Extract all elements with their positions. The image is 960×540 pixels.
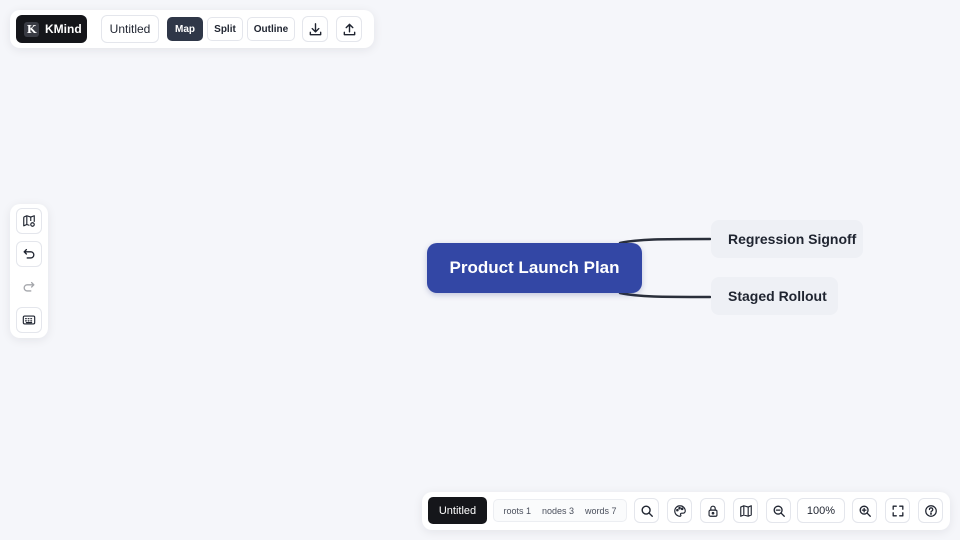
upload-icon: [343, 23, 355, 35]
bottom-toolbar: Untitled roots 1 nodes 3 words 7 100%: [422, 492, 950, 530]
side-toolbar: [10, 204, 48, 338]
redo-icon: [23, 281, 35, 292]
zoom-out-button[interactable]: [766, 498, 791, 523]
document-title-chip[interactable]: Untitled: [428, 497, 487, 524]
help-button[interactable]: [918, 498, 943, 523]
undo-button[interactable]: [16, 241, 42, 267]
map-settings-button[interactable]: [16, 208, 42, 234]
theme-icon: [673, 504, 686, 517]
view-tab-map[interactable]: Map: [167, 17, 203, 41]
child-node-staged-rollout[interactable]: Staged Rollout: [711, 277, 838, 315]
download-icon: [309, 22, 321, 35]
upload-button[interactable]: [336, 16, 362, 42]
stat-nodes: nodes 3: [541, 505, 574, 516]
map-settings-icon: [23, 215, 35, 227]
help-icon: [924, 504, 937, 517]
zoom-in-button[interactable]: [852, 498, 877, 523]
view-tab-split[interactable]: Split: [207, 17, 243, 41]
document-stats: roots 1 nodes 3 words 7: [493, 499, 627, 522]
view-tab-outline[interactable]: Outline: [247, 17, 295, 41]
brand-button[interactable]: K KMind: [16, 15, 87, 43]
theme-button[interactable]: [667, 498, 692, 523]
keyboard-icon: [22, 315, 36, 325]
fullscreen-button[interactable]: [885, 498, 910, 523]
minimap-icon: [739, 504, 752, 517]
child-node-regression-signoff[interactable]: Regression Signoff: [711, 220, 863, 258]
fullscreen-icon: [892, 505, 903, 516]
search-button[interactable]: [634, 498, 659, 523]
lock-button[interactable]: [700, 498, 725, 523]
minimap-button[interactable]: [733, 498, 758, 523]
zoom-in-icon: [859, 505, 871, 517]
stat-roots: roots 1: [503, 505, 531, 516]
stat-words: words 7: [584, 505, 617, 516]
root-node[interactable]: Product Launch Plan: [427, 243, 642, 293]
search-icon: [640, 504, 653, 517]
zoom-out-icon: [773, 505, 785, 517]
edge-staged-rollout: [618, 291, 712, 299]
lock-icon: [707, 505, 718, 517]
redo-button[interactable]: [16, 274, 42, 300]
document-title-button[interactable]: Untitled: [101, 15, 159, 43]
brand-logo-icon: K: [24, 21, 39, 37]
download-button[interactable]: [302, 16, 328, 42]
zoom-level[interactable]: 100%: [797, 498, 845, 523]
keyboard-shortcuts-button[interactable]: [16, 307, 42, 333]
undo-icon: [23, 248, 35, 259]
top-toolbar: K KMind Untitled Map Split Outline: [10, 10, 374, 48]
brand-name: KMind: [45, 22, 82, 36]
